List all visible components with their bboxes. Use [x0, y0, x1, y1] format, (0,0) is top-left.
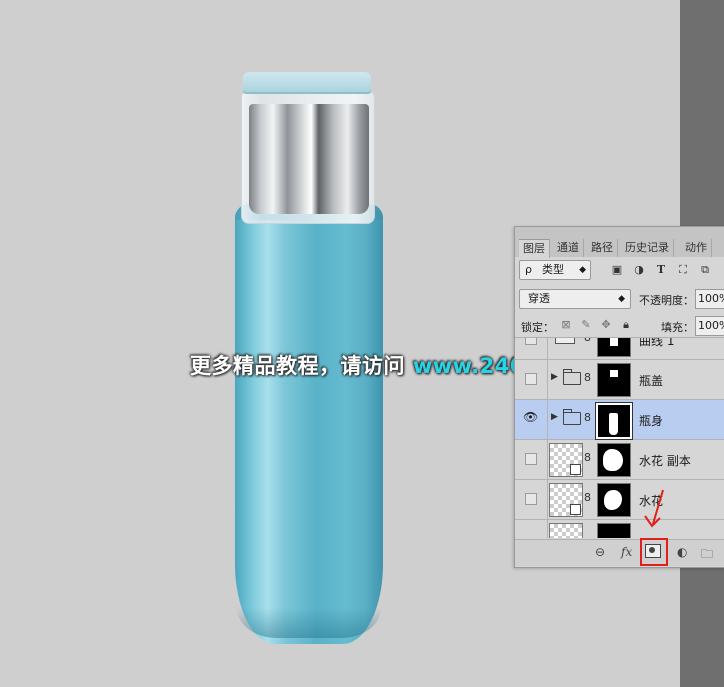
link-icon: 8 [584, 371, 591, 384]
filter-row: ρ 类型 ◆ ▣ ◑ T ⛶ ⧉ [515, 257, 724, 285]
layer-thumbnail[interactable] [549, 523, 583, 538]
visibility-off-box [525, 338, 537, 345]
tab-actions[interactable]: 动作 [681, 239, 712, 257]
lock-position-icon[interactable]: ✥ [599, 318, 613, 332]
image-filter-icon[interactable]: ▣ [609, 263, 625, 277]
fill-input[interactable]: 100% [695, 316, 724, 336]
bottle-body [235, 204, 383, 644]
opacity-input[interactable]: 100% [695, 289, 724, 309]
tab-history[interactable]: 历史记录 [621, 239, 674, 257]
blend-mode-value: 穿透 [528, 292, 550, 305]
layer-row-curves[interactable]: 8 曲线 1 [515, 338, 724, 360]
visibility-toggle[interactable] [515, 520, 548, 538]
lock-all-icon[interactable]: 🔒︎ [619, 318, 633, 332]
visibility-toggle[interactable] [515, 338, 548, 359]
visibility-off-box [525, 373, 537, 385]
highlight-box [640, 538, 668, 566]
visibility-toggle[interactable] [515, 360, 548, 399]
visibility-off-box [525, 453, 537, 465]
tab-layers[interactable]: 图层 [519, 239, 550, 258]
layer-row-splash[interactable]: 8 水花 [515, 480, 724, 520]
panel-tabs: 图层 通道 路径 历史记录 动作 [515, 227, 724, 258]
new-group-folder-icon[interactable]: 🗀 [701, 545, 713, 566]
link-icon: 8 [584, 338, 591, 344]
layer-name: 瓶盖 [639, 374, 664, 388]
link-icon: 8 [584, 451, 591, 464]
blend-mode-select[interactable]: 穿透 ◆ [519, 289, 631, 309]
layer-mask-thumbnail[interactable] [597, 443, 631, 477]
folder-icon [563, 369, 581, 385]
link-layers-icon[interactable]: ⊖ [595, 545, 605, 559]
visibility-toggle[interactable]: 👁︎ [515, 400, 548, 439]
link-icon: 8 [584, 491, 591, 504]
panel-bottom-bar: ⊖ fx ◐ 🗀 [515, 538, 724, 566]
layer-thumbnail[interactable] [549, 483, 583, 517]
link-icon: 8 [584, 411, 591, 424]
bottle-cap-top [243, 72, 371, 94]
visibility-off-box [525, 493, 537, 505]
lock-icons: ⊠ ✎ ✥ 🔒︎ [559, 318, 639, 332]
lock-row: 锁定： ⊠ ✎ ✥ 🔒︎ 填充： 100% [515, 315, 724, 338]
eye-icon: 👁︎ [523, 410, 539, 424]
opacity-label: 不透明度： [639, 294, 694, 307]
layers-panel: 图层 通道 路径 历史记录 动作 ρ 类型 ◆ ▣ ◑ T ⛶ ⧉ 穿透 ◆ 不透明度：… [514, 226, 724, 568]
layers-list: 8 曲线 1 ▶ 8 瓶盖 👁︎ ▶ 8 瓶身 [515, 338, 724, 538]
filter-icons: ▣ ◑ T ⛶ ⧉ [609, 263, 719, 277]
adjustment-layer-icon[interactable]: ◐ [677, 545, 687, 559]
chevron-updown-icon: ◆ [618, 294, 625, 304]
tab-channels[interactable]: 通道 [553, 239, 584, 257]
smart-object-icon [570, 464, 581, 475]
lock-pixels-icon[interactable]: ✎ [579, 318, 593, 332]
visibility-toggle[interactable] [515, 480, 548, 519]
type-filter-icon[interactable]: T [653, 263, 669, 277]
lock-transparent-icon[interactable]: ⊠ [559, 318, 573, 332]
layer-thumbnail[interactable] [549, 443, 583, 477]
bottle-cap-metal [249, 104, 369, 214]
smart-object-filter-icon[interactable]: ⧉ [697, 263, 713, 277]
shape-filter-icon[interactable]: ⛶ [675, 263, 691, 277]
expand-arrow-icon[interactable]: ▶ [551, 412, 558, 422]
watermark-label: 更多精品教程，请访问 [190, 354, 413, 378]
blend-row: 穿透 ◆ 不透明度： 100% [515, 287, 724, 311]
tab-paths[interactable]: 路径 [587, 239, 618, 257]
kind-filter-select[interactable]: ρ 类型 ◆ [519, 260, 591, 280]
expand-arrow-icon[interactable]: ▶ [551, 372, 558, 382]
fill-label: 填充： [661, 321, 694, 334]
smart-object-icon [570, 504, 581, 515]
lock-label: 锁定： [521, 321, 554, 334]
layer-row-cap-group[interactable]: ▶ 8 瓶盖 [515, 360, 724, 400]
layer-row-body-group[interactable]: 👁︎ ▶ 8 瓶身 [515, 400, 724, 440]
layer-mask-thumbnail[interactable] [597, 363, 631, 397]
layer-name: 水花 副本 [639, 454, 691, 468]
search-icon: ρ [525, 263, 532, 276]
visibility-toggle[interactable] [515, 440, 548, 479]
layer-name: 曲线 1 [639, 338, 675, 348]
red-arrow-icon [644, 489, 664, 528]
fx-icon[interactable]: fx [621, 545, 632, 559]
chevron-updown-icon: ◆ [579, 265, 586, 275]
layer-mask-thumbnail[interactable] [597, 523, 631, 538]
layer-mask-thumbnail[interactable] [597, 338, 631, 357]
folder-icon [563, 409, 581, 425]
adjustment-filter-icon[interactable]: ◑ [631, 263, 647, 277]
layer-row-partial[interactable] [515, 520, 724, 538]
curves-adjustment-icon [555, 338, 575, 344]
layer-row-splash-copy[interactable]: 8 水花 副本 [515, 440, 724, 480]
layer-name: 瓶身 [639, 414, 664, 428]
layer-mask-thumbnail[interactable] [597, 483, 631, 517]
kind-filter-label: 类型 [542, 263, 564, 276]
layer-mask-thumbnail[interactable] [595, 402, 633, 440]
